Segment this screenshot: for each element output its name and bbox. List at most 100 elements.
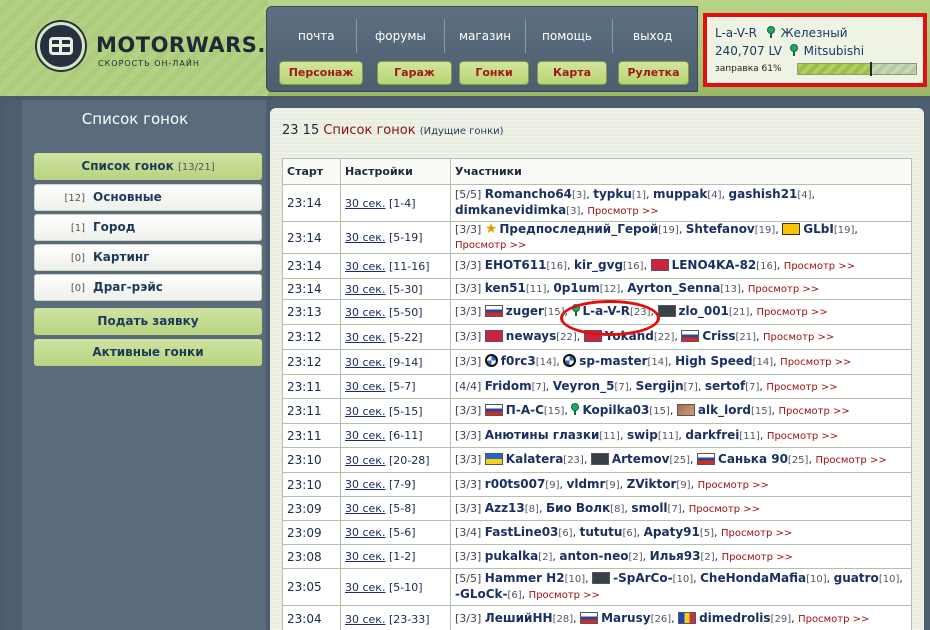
player-name[interactable]: Yokand: [605, 329, 654, 343]
player-name[interactable]: -GLoCk-: [455, 587, 508, 601]
player-name[interactable]: muppak: [653, 187, 707, 201]
race-view-link[interactable]: Просмотр >>: [780, 357, 851, 368]
player-name[interactable]: r00ts007: [485, 477, 546, 491]
player-name[interactable]: Био Волк: [546, 501, 610, 515]
race-view-link[interactable]: Просмотр >>: [748, 284, 819, 295]
nav-help-link[interactable]: помощь: [542, 29, 592, 43]
player-name[interactable]: kir_gvg: [574, 258, 623, 272]
player-name[interactable]: swip: [627, 428, 658, 442]
race-view-link[interactable]: Просмотр >>: [455, 240, 526, 251]
player-name[interactable]: dimkanevidimka: [455, 203, 566, 217]
player-name[interactable]: neways: [506, 329, 556, 343]
race-settings-link[interactable]: 30 сек.: [345, 197, 385, 210]
player-nick[interactable]: L-a-V-R: [715, 26, 757, 40]
player-name[interactable]: GLbI: [803, 222, 834, 236]
player-name[interactable]: -SpArCo-: [613, 571, 672, 585]
player-name[interactable]: П-А-С: [506, 403, 544, 417]
player-name[interactable]: Предпоследний_Герой: [499, 222, 658, 236]
player-name[interactable]: 0p1um: [553, 281, 599, 295]
player-name[interactable]: sertof: [705, 379, 745, 393]
race-settings-link[interactable]: 30 сек.: [345, 231, 385, 244]
race-settings-link[interactable]: 30 сек.: [345, 283, 385, 296]
player-name[interactable]: Fridom: [485, 379, 532, 393]
player-name[interactable]: L-a-V-R: [583, 304, 630, 318]
logo-area[interactable]: MOTORWARS.RU СКОРОСТЬ ОН-ЛАЙН: [0, 0, 300, 96]
player-name[interactable]: Romancho64: [485, 187, 572, 201]
race-view-link[interactable]: Просмотр >>: [784, 261, 855, 272]
player-name[interactable]: Apaty91: [644, 525, 700, 539]
sidebar-item-drag[interactable]: [0] Драг-рэйс: [34, 274, 262, 301]
race-view-link[interactable]: Просмотр >>: [779, 406, 850, 417]
nav-roulette-button[interactable]: Рулетка: [618, 61, 689, 85]
player-name[interactable]: typku: [593, 187, 632, 201]
nav-map-button[interactable]: Карта: [537, 61, 607, 85]
race-settings-link[interactable]: 30 сек.: [345, 454, 385, 467]
player-name[interactable]: sp-master: [579, 354, 647, 368]
player-car[interactable]: Mitsubishi: [804, 44, 864, 58]
player-name[interactable]: guatro: [834, 571, 879, 585]
submit-request-button[interactable]: Подать заявку: [34, 308, 262, 335]
race-view-link[interactable]: Просмотр >>: [689, 504, 760, 515]
player-name[interactable]: LENO4KA-82: [672, 258, 757, 272]
player-name[interactable]: Hammer H2: [485, 571, 565, 585]
player-name[interactable]: f0rc3: [501, 354, 536, 368]
player-name[interactable]: anton-neo: [559, 549, 628, 563]
race-settings-link[interactable]: 30 сек.: [345, 331, 385, 344]
race-view-link[interactable]: Просмотр >>: [722, 552, 793, 563]
race-settings-link[interactable]: 30 сек.: [345, 380, 385, 393]
nav-garage-button[interactable]: Гараж: [377, 61, 452, 85]
player-name[interactable]: dimedrolis: [699, 611, 770, 625]
player-name[interactable]: zuger: [506, 304, 544, 318]
player-name[interactable]: Marusy: [601, 611, 650, 625]
race-settings-link[interactable]: 30 сек.: [345, 429, 385, 442]
player-name[interactable]: Санька 90: [718, 452, 788, 466]
race-settings-link[interactable]: 30 сек.: [345, 581, 385, 594]
player-name[interactable]: tututu: [580, 525, 623, 539]
race-view-link[interactable]: Просмотр >>: [587, 206, 658, 217]
sidebar-item-city[interactable]: [1] Город: [34, 214, 262, 241]
race-settings-link[interactable]: 30 сек.: [345, 260, 385, 273]
race-settings-link[interactable]: 30 сек.: [345, 613, 385, 626]
nav-logout-link[interactable]: выход: [633, 29, 672, 43]
player-name[interactable]: EHOT611: [485, 258, 547, 272]
active-races-button[interactable]: Активные гонки: [34, 339, 262, 366]
player-name[interactable]: darkfrei: [685, 428, 739, 442]
player-name[interactable]: pukalka: [485, 549, 538, 563]
player-name[interactable]: High Speed: [675, 354, 753, 368]
race-settings-link[interactable]: 30 сек.: [345, 405, 385, 418]
player-name[interactable]: Анютины глазки: [485, 428, 600, 442]
race-view-link[interactable]: Просмотр >>: [798, 614, 869, 625]
player-name[interactable]: ken51: [485, 281, 526, 295]
race-settings-link[interactable]: 30 сек.: [345, 478, 385, 491]
player-name[interactable]: Azz13: [485, 501, 525, 515]
race-view-link[interactable]: Просмотр >>: [766, 382, 837, 393]
player-name[interactable]: Criss: [702, 329, 735, 343]
player-name[interactable]: CheHondaMafia: [700, 571, 806, 585]
player-name[interactable]: Sergijn: [636, 379, 684, 393]
player-name[interactable]: smoll: [631, 501, 667, 515]
player-name[interactable]: Artemov: [612, 452, 670, 466]
race-view-link[interactable]: Просмотр >>: [815, 455, 886, 466]
race-settings-link[interactable]: 30 сек.: [345, 356, 385, 369]
race-settings-link[interactable]: 30 сек.: [345, 502, 385, 515]
player-name[interactable]: Kopilka03: [582, 403, 649, 417]
race-view-link[interactable]: Просмотр >>: [698, 480, 769, 491]
player-name[interactable]: zlo_001: [679, 304, 729, 318]
player-name[interactable]: alk_lord: [698, 403, 751, 417]
nav-forums-link[interactable]: форумы: [375, 29, 426, 43]
player-name[interactable]: Ayrton_Senna: [627, 281, 720, 295]
race-view-link[interactable]: Просмотр >>: [767, 431, 838, 442]
player-name[interactable]: FastLine03: [485, 525, 559, 539]
nav-shop-link[interactable]: магазин: [459, 29, 511, 43]
nav-races-button[interactable]: Гонки: [459, 61, 529, 85]
race-settings-link[interactable]: 30 сек.: [345, 550, 385, 563]
race-view-link[interactable]: Просмотр >>: [756, 307, 827, 318]
race-settings-link[interactable]: 30 сек.: [345, 526, 385, 539]
sidebar-item-main[interactable]: [12] Основные: [34, 184, 262, 211]
player-name[interactable]: Илья93: [650, 549, 701, 563]
race-view-link[interactable]: Просмотр >>: [763, 332, 834, 343]
player-name[interactable]: gashish21: [729, 187, 798, 201]
player-name[interactable]: Kalatera: [506, 452, 564, 466]
race-view-link[interactable]: Просмотр >>: [721, 528, 792, 539]
sidebar-race-list[interactable]: Список гонок [13/21]: [34, 153, 262, 180]
